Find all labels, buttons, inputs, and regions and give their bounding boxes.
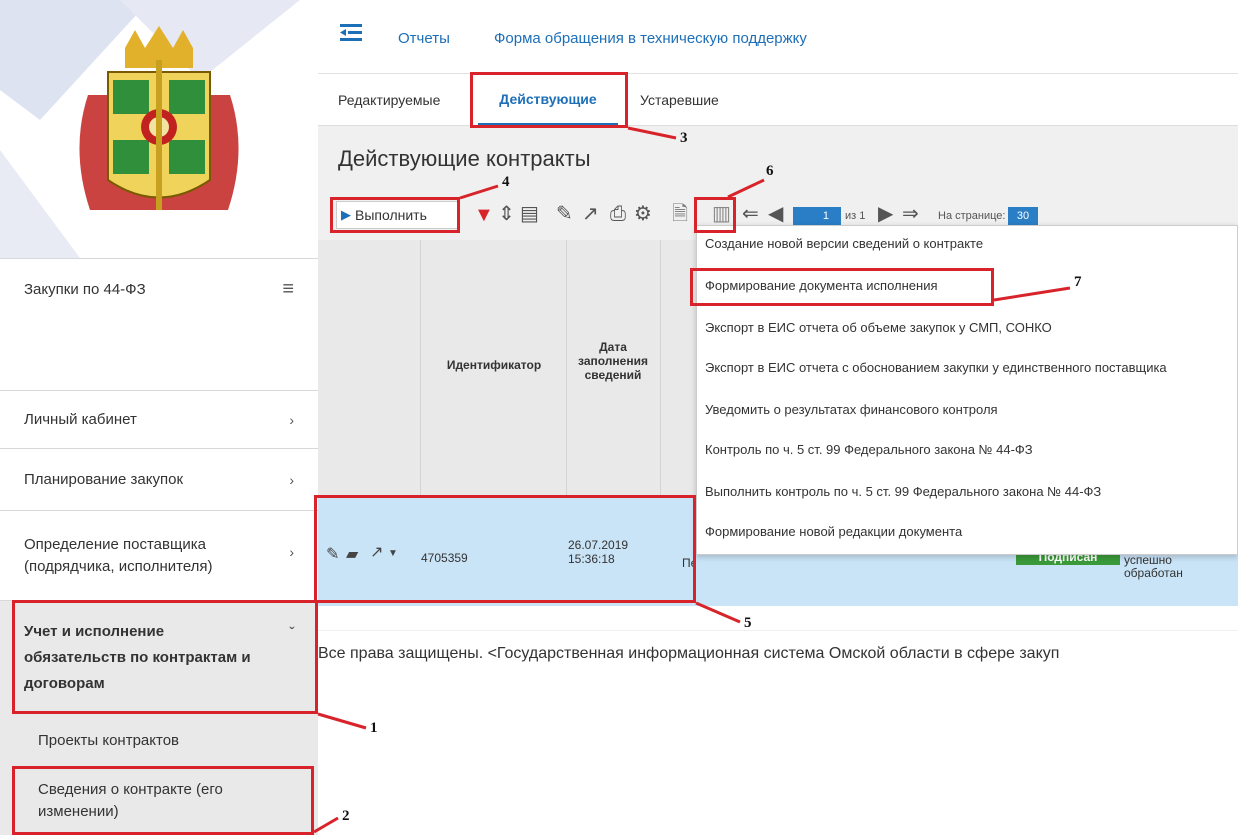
annotation-number-5: 5 xyxy=(744,615,752,631)
annotation-number-1: 1 xyxy=(370,720,378,736)
annotation-lines xyxy=(313,126,1071,834)
annotation-number-3: 3 xyxy=(680,130,688,146)
annotation-number-2: 2 xyxy=(342,808,350,824)
annotation-number-6: 6 xyxy=(766,163,774,179)
annotation-number-7: 7 xyxy=(1074,274,1082,290)
annotation-number-4: 4 xyxy=(502,174,510,190)
